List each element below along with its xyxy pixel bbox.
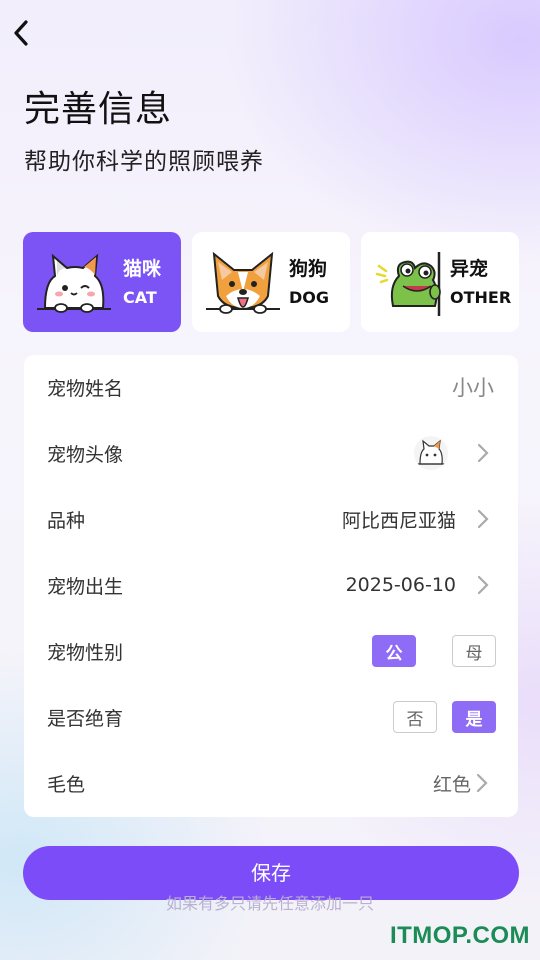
form-row-name: 宠物姓名 (24, 357, 518, 417)
frog-icon (375, 252, 441, 316)
pet-type-dog[interactable]: 狗狗 DOG (192, 232, 350, 332)
fur-label: 毛色 (47, 773, 86, 796)
fur-value: 红色 (432, 773, 471, 796)
birth-value: 2025-06-10 (345, 574, 456, 596)
neutered-label: 是否绝育 (47, 707, 124, 730)
form-row-gender: 宠物性别 公 母 (24, 621, 518, 681)
pet-type-other[interactable]: 异宠 OTHER (361, 232, 519, 332)
gender-male-chip[interactable]: 公 (372, 635, 416, 667)
pet-type-cn-label: 狗狗 (289, 258, 328, 280)
form-row-neutered: 是否绝育 否 是 (24, 687, 518, 747)
cat-avatar-icon (417, 439, 445, 465)
gender-female-chip[interactable]: 母 (452, 635, 496, 667)
chevron-right-icon[interactable] (476, 443, 490, 463)
breed-label: 品种 (47, 509, 86, 532)
cat-icon (37, 253, 111, 313)
form-row-fur[interactable]: 毛色 红色 (24, 753, 518, 813)
neutered-no-chip[interactable]: 否 (393, 701, 437, 733)
dog-icon (206, 251, 280, 314)
pet-type-cn-label: 异宠 (450, 258, 489, 280)
chevron-left-icon (14, 20, 28, 46)
form-row-avatar[interactable]: 宠物头像 (24, 423, 518, 483)
form-row-birth[interactable]: 宠物出生 2025-06-10 (24, 555, 518, 615)
pet-type-en-label: OTHER (450, 288, 512, 307)
pet-info-form: 宠物姓名 宠物头像 品种 阿比西尼亚猫 宠物出生 2025-06-10 (24, 355, 518, 817)
avatar-label: 宠物头像 (47, 443, 124, 466)
pet-type-en-label: CAT (123, 288, 157, 307)
form-row-breed[interactable]: 品种 阿比西尼亚猫 (24, 489, 518, 549)
pet-type-selector: 猫咪 CAT 狗狗 DOG 异宠 OTHER (23, 232, 519, 332)
chevron-right-icon[interactable] (476, 509, 490, 529)
neutered-yes-chip[interactable]: 是 (452, 701, 496, 733)
page-subtitle: 帮助你科学的照顾喂养 (24, 149, 264, 175)
pet-name-input[interactable] (294, 375, 494, 399)
pet-type-cn-label: 猫咪 (123, 258, 162, 280)
pet-type-cat[interactable]: 猫咪 CAT (23, 232, 181, 332)
back-button[interactable] (6, 16, 36, 50)
birth-label: 宠物出生 (47, 575, 124, 598)
chevron-right-icon[interactable] (475, 773, 489, 793)
pet-type-en-label: DOG (289, 288, 330, 307)
hint-text: 如果有多只请先任意添加一只 (165, 894, 374, 913)
watermark: ITMOP.COM (389, 922, 530, 949)
chevron-right-icon[interactable] (476, 575, 490, 595)
page-title: 完善信息 (24, 89, 173, 130)
breed-value: 阿比西尼亚猫 (341, 509, 456, 532)
avatar[interactable] (414, 436, 448, 470)
gender-label: 宠物性别 (47, 641, 124, 664)
name-label: 宠物姓名 (47, 377, 124, 400)
